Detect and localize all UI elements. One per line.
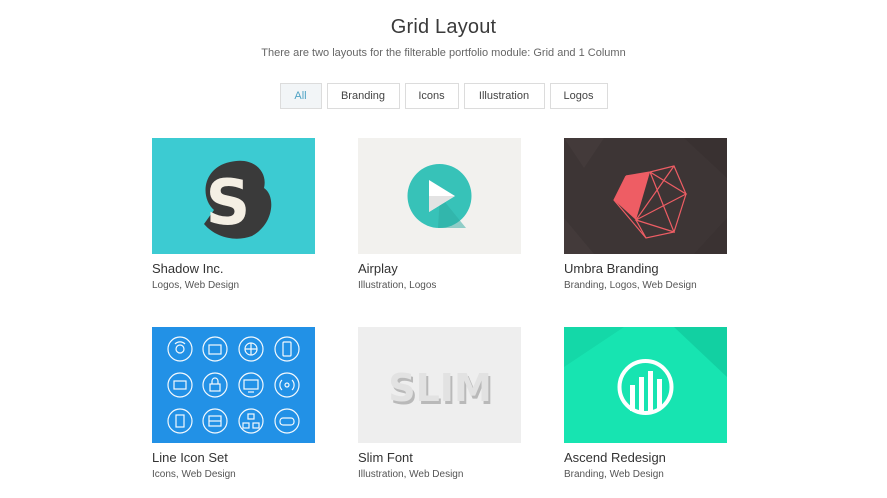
portfolio-item: Line Icon Set Icons, Web Design: [152, 327, 315, 480]
filter-illustration-button[interactable]: Illustration: [463, 83, 545, 109]
play-icon-thumbnail[interactable]: [358, 138, 521, 254]
icon-grid-icon: [167, 336, 300, 434]
portfolio-item: Airplay Illustration, Logos: [358, 138, 521, 291]
ascend-logo-icon: [564, 327, 727, 415]
filter-branding-button[interactable]: Branding: [326, 83, 400, 109]
filter-all-button[interactable]: All: [279, 83, 322, 109]
item-tags: Illustration, Web Design: [358, 469, 464, 480]
item-title[interactable]: Line Icon Set: [152, 450, 315, 465]
shadow-s-logo-thumbnail[interactable]: S: [152, 138, 315, 254]
page-title: Grid Layout: [390, 16, 497, 38]
portfolio-item: Ascend Redesign Branding, Web Design: [564, 327, 727, 480]
item-tags: Icons, Web Design: [152, 469, 236, 480]
portfolio-item: Umbra Branding Branding, Logos, Web Desi…: [564, 138, 727, 291]
page-subtitle: There are two layouts for the filterable…: [261, 47, 626, 59]
ascend-logo-thumbnail[interactable]: [564, 327, 727, 443]
item-title[interactable]: Airplay: [358, 261, 521, 276]
filter-logos-button[interactable]: Logos: [549, 83, 608, 109]
polygon-graphic-icon: [564, 138, 727, 254]
item-title[interactable]: Umbra Branding: [564, 261, 727, 276]
item-tags: Logos, Web Design: [152, 280, 240, 291]
item-title[interactable]: Ascend Redesign: [564, 450, 727, 465]
item-title[interactable]: Slim Font: [358, 450, 521, 465]
icon-grid-thumbnail[interactable]: [152, 327, 315, 443]
shadow-s-logo-icon: S: [204, 160, 272, 239]
item-title[interactable]: Shadow Inc.: [152, 261, 315, 276]
item-tags: Illustration, Logos: [358, 280, 437, 291]
portfolio-page: Grid Layout There are two layouts for th…: [0, 0, 887, 498]
item-tags: Branding, Web Design: [564, 469, 664, 480]
portfolio-item: SLIM SLIM Slim Font Illustration, Web De…: [358, 327, 521, 480]
slim-lettering-thumbnail[interactable]: SLIM SLIM: [358, 327, 521, 443]
filter-icons-button[interactable]: Icons: [404, 83, 459, 109]
polygon-graphic-thumbnail[interactable]: [564, 138, 727, 254]
play-icon: [407, 164, 472, 228]
svg-text:S: S: [206, 166, 251, 239]
filter-bar: All Branding Icons Illustration Logos: [0, 83, 887, 109]
portfolio-item: S Shadow Inc. Logos, Web Design: [152, 138, 315, 291]
slim-lettering-icon: SLIM SLIM: [388, 366, 494, 413]
svg-text:SLIM: SLIM: [388, 366, 492, 410]
item-tags: Branding, Logos, Web Design: [564, 280, 697, 291]
